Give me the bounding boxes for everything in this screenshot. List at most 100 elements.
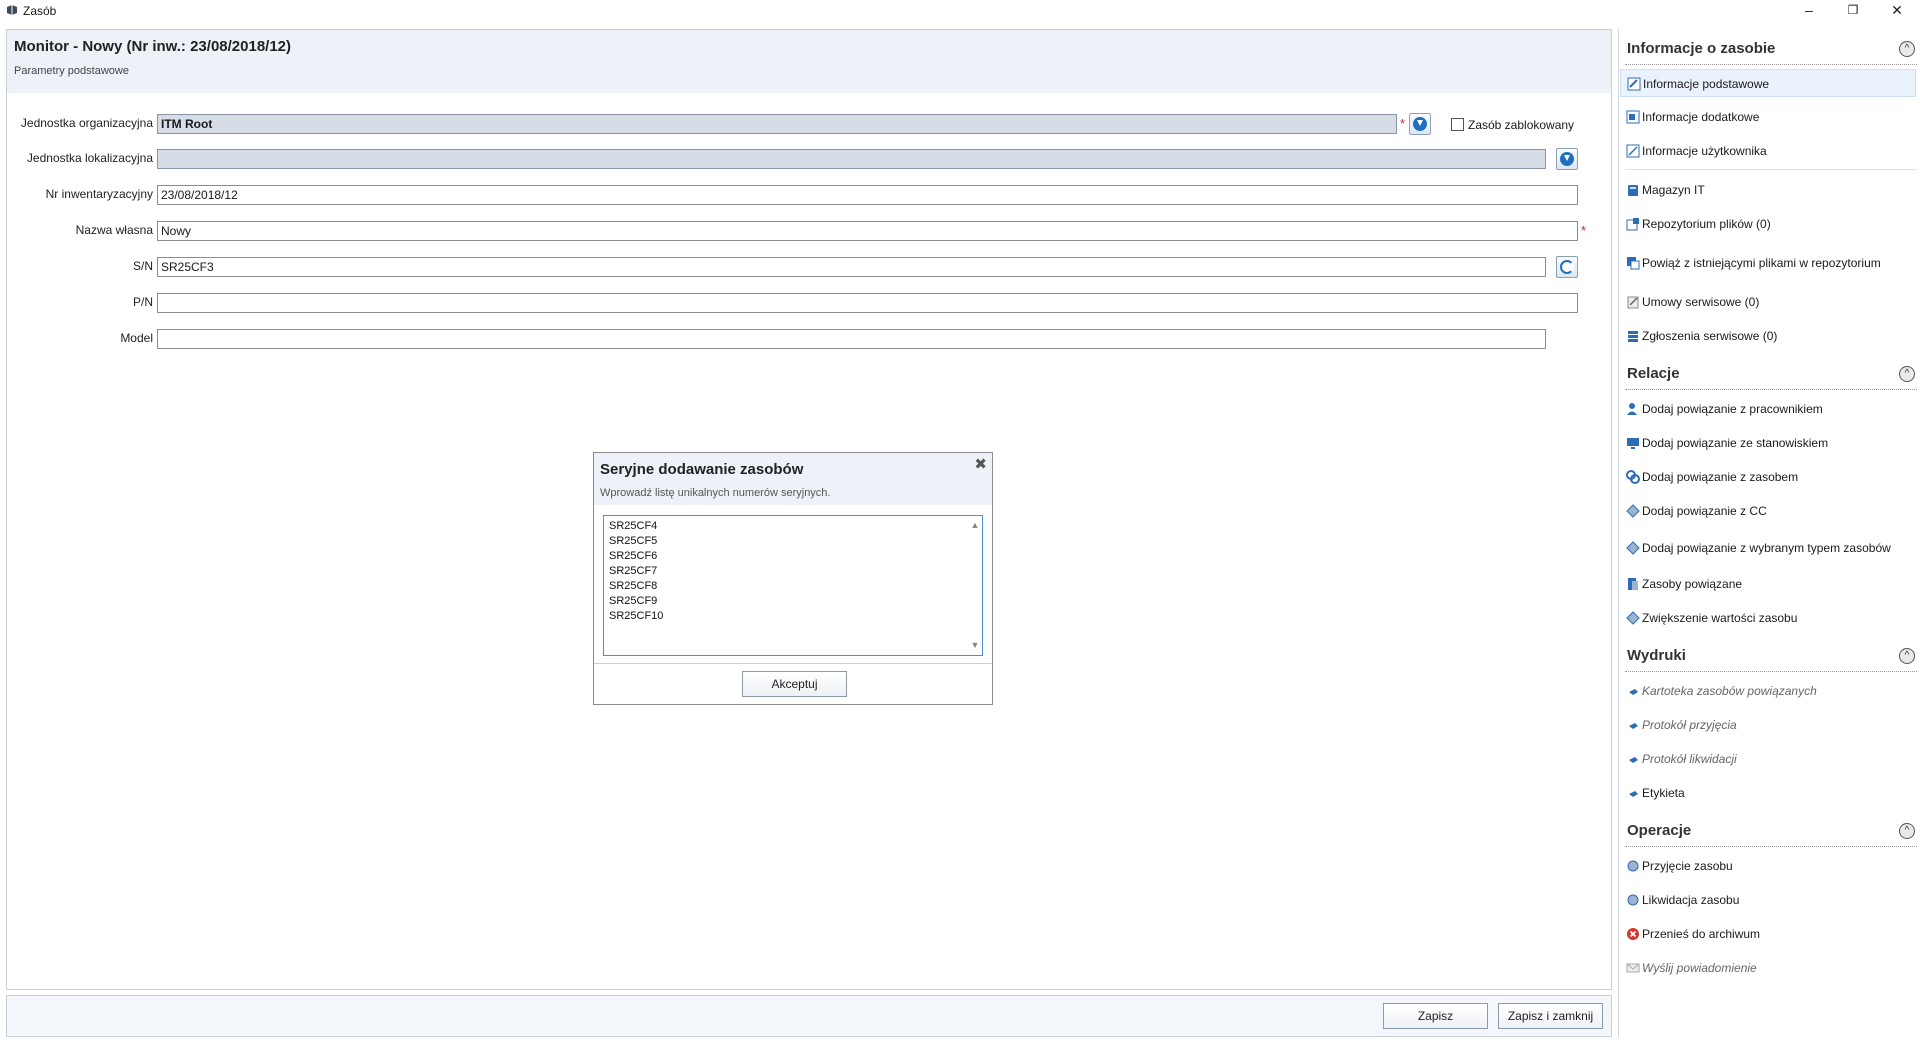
user-link-icon (1627, 403, 1637, 415)
sidebar-item-link-asset[interactable]: Dodaj powiązanie z zasobem (1620, 463, 1916, 491)
serial-line: SR25CF7 (609, 565, 658, 577)
sidebar-item-label: Dodaj powiązanie ze stanowiskiem (1642, 436, 1829, 450)
sidebar-item-user-info[interactable]: Informacje użytkownika (1620, 137, 1916, 165)
sidebar-item-label: Informacje użytkownika (1642, 144, 1767, 158)
section-divider (1625, 64, 1917, 65)
close-icon[interactable]: ✖ (974, 455, 987, 473)
pn-field[interactable] (157, 293, 1578, 313)
sidebar-item-it-warehouse[interactable]: Magazyn IT (1620, 176, 1916, 204)
sidebar-item-send-notification[interactable]: Wyślij powiadomienie (1620, 954, 1916, 982)
asset-type-link-icon (1626, 541, 1640, 555)
dialog-separator (594, 663, 992, 664)
edit-form-icon (1626, 110, 1640, 124)
sidebar-item-label: Magazyn IT (1642, 183, 1705, 197)
app-icon (7, 5, 17, 15)
locked-checkbox[interactable] (1451, 118, 1464, 131)
asset-link-icon (1626, 470, 1640, 484)
sidebar-item-label: Etykieta (1642, 786, 1685, 800)
sidebar-item-label: Dodaj powiązanie z zasobem (1642, 470, 1799, 484)
serial-line: SR25CF8 (609, 580, 658, 592)
edit-form-icon (1627, 77, 1641, 91)
sidebar-item-archive[interactable]: Przenieś do archiwum (1620, 920, 1916, 948)
sidebar-item-file-repository[interactable]: Repozytorium plików (0) (1620, 210, 1916, 238)
restore-button[interactable]: ❐ (1830, 0, 1876, 22)
sidebar-item-service-contracts[interactable]: Umowy serwisowe (0) (1620, 288, 1916, 316)
edit-icon (1626, 144, 1640, 158)
collapse-icon[interactable]: ^ (1899, 41, 1915, 57)
sidebar-item-link-cc[interactable]: Dodaj powiązanie z CC (1620, 497, 1916, 525)
minimize-button[interactable]: – (1786, 0, 1832, 22)
liquidate-asset-icon (1627, 894, 1639, 906)
window-titlebar: Zasób – ❐ ✕ (0, 0, 1920, 22)
sn-label: S/N (132, 259, 153, 273)
section-operations-title: Operacje (1627, 822, 1692, 839)
save-and-close-button[interactable]: Zapisz i zamknij (1498, 1003, 1603, 1029)
cc-link-icon (1626, 504, 1640, 518)
sidebar-item-link-files[interactable]: Powiąż z istniejącymi plikami w repozyto… (1620, 249, 1916, 277)
name-field[interactable]: Nowy (157, 221, 1578, 241)
org-unit-field[interactable]: ITM Root (157, 114, 1397, 134)
sidebar-item-print-label[interactable]: Etykieta (1620, 779, 1916, 807)
sidebar-item-label: Protokół likwidacji (1642, 752, 1737, 766)
collapse-icon[interactable]: ^ (1899, 648, 1915, 664)
sidebar-item-accept-asset[interactable]: Przyjęcie zasobu (1620, 852, 1916, 880)
pn-label: P/N (132, 295, 153, 309)
textarea-scrollbar[interactable]: ▲ ▼ (968, 516, 982, 655)
sidebar-item-extra-info[interactable]: Informacje dodatkowe (1620, 103, 1916, 131)
inv-no-field[interactable]: 23/08/2018/12 (157, 185, 1578, 205)
sidebar-item-label: Zgłoszenia serwisowe (0) (1642, 329, 1778, 343)
section-relations-title: Relacje (1627, 365, 1680, 382)
serial-line: SR25CF10 (609, 610, 664, 622)
link-files-icon (1627, 257, 1640, 270)
sidebar-item-link-workstation[interactable]: Dodaj powiązanie ze stanowiskiem (1620, 429, 1916, 457)
sidebar-item-liquidate-asset[interactable]: Likwidacja zasobu (1620, 886, 1916, 914)
serial-line: SR25CF9 (609, 595, 658, 607)
sidebar-item-link-employee[interactable]: Dodaj powiązanie z pracownikiem (1620, 395, 1916, 423)
sidebar-item-print-liquidation[interactable]: Protokół likwidacji (1620, 745, 1916, 773)
sidebar-item-label: Zasoby powiązane (1642, 577, 1743, 591)
serial-add-dialog: Seryjne dodawanie zasobów Wprowadź listę… (593, 452, 993, 705)
increase-value-icon (1626, 611, 1640, 625)
refresh-icon (1560, 260, 1574, 274)
collapse-icon[interactable]: ^ (1899, 823, 1915, 839)
sidebar-item-increase-value[interactable]: Zwiększenie wartości zasobu (1620, 604, 1916, 632)
related-assets-icon (1628, 578, 1638, 590)
dialog-header: Seryjne dodawanie zasobów Wprowadź listę… (594, 453, 992, 505)
section-divider (1625, 846, 1917, 847)
sidebar-item-related-assets[interactable]: Zasoby powiązane (1620, 570, 1916, 598)
print-icon (1629, 689, 1638, 695)
sidebar-item-label: Przenieś do archiwum (1642, 927, 1761, 941)
inv-no-label: Nr inwentaryzacyjny (45, 187, 153, 201)
scroll-up-icon[interactable]: ▲ (970, 518, 980, 533)
close-window-button[interactable]: ✕ (1874, 0, 1920, 22)
collapse-icon[interactable]: ^ (1899, 366, 1915, 382)
sidebar-item-print-acceptance[interactable]: Protokół przyjęcia (1620, 711, 1916, 739)
sidebar-item-service-tickets[interactable]: Zgłoszenia serwisowe (0) (1620, 322, 1916, 350)
org-unit-select-button[interactable] (1409, 113, 1431, 135)
accept-button[interactable]: Akceptuj (742, 671, 847, 697)
window-title: Zasób (23, 4, 57, 18)
sidebar-item-label: Likwidacja zasobu (1642, 893, 1740, 907)
sidebar-item-link-asset-type[interactable]: Dodaj powiązanie z wybranym typem zasobó… (1620, 534, 1916, 562)
item-divider (1625, 169, 1917, 170)
ticket-list-icon (1628, 331, 1638, 342)
scroll-down-icon[interactable]: ▼ (970, 638, 980, 653)
sidebar-item-print-card[interactable]: Kartoteka zasobów powiązanych (1620, 677, 1916, 705)
loc-unit-select-button[interactable] (1556, 148, 1578, 170)
serial-line: SR25CF6 (609, 550, 658, 562)
loc-unit-field[interactable] (157, 149, 1546, 169)
sidebar-item-label: Powiąż z istniejącymi plikami w repozyto… (1642, 256, 1881, 270)
required-mark: * (1581, 223, 1587, 238)
sidebar-item-label: Umowy serwisowe (0) (1642, 295, 1760, 309)
save-button[interactable]: Zapisz (1383, 1003, 1488, 1029)
serials-textarea[interactable]: SR25CF4 SR25CF5 SR25CF6 SR25CF7 SR25CF8 … (603, 515, 983, 656)
sn-field[interactable]: SR25CF3 (157, 257, 1546, 277)
accept-asset-icon (1627, 860, 1639, 872)
serial-add-button[interactable] (1556, 256, 1578, 278)
sidebar-item-label: Informacje podstawowe (1643, 77, 1770, 91)
mail-icon (1626, 963, 1640, 973)
model-field[interactable] (157, 329, 1546, 349)
model-label: Model (120, 331, 153, 345)
sidebar-item-basic-info[interactable]: Informacje podstawowe (1620, 69, 1916, 97)
dialog-title: Seryjne dodawanie zasobów (600, 461, 804, 478)
